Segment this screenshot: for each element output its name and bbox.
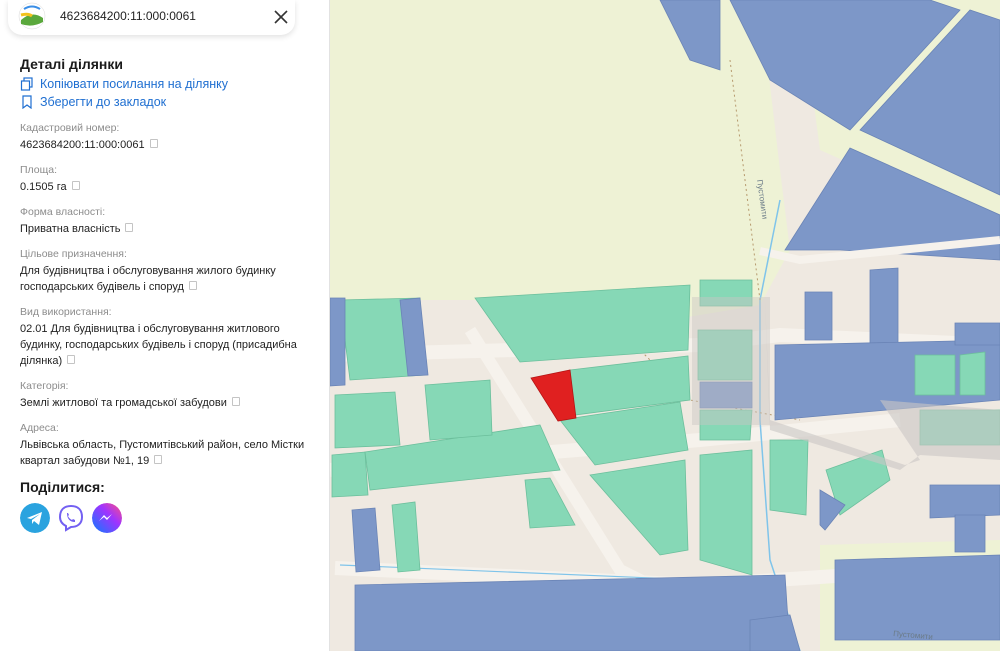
field-value-line: Львівська область, Пустомитівський район… bbox=[20, 437, 320, 453]
copy-value-icon[interactable] bbox=[231, 397, 240, 406]
field-label: Площа: bbox=[20, 164, 58, 176]
field-value-line: Приватна власність bbox=[20, 221, 320, 237]
copy-link-button[interactable]: Копіювати посилання на ділянку bbox=[20, 75, 320, 93]
field-value-text: 0.1505 га bbox=[20, 181, 67, 193]
telegram-share-button[interactable] bbox=[20, 503, 50, 533]
field-1: Площа: 0.1505 га bbox=[20, 164, 320, 195]
field-label: Цільове призначення: bbox=[20, 248, 127, 260]
field-value-text: Землі житлової та громадської забудови bbox=[20, 397, 227, 409]
copy-value-icon[interactable] bbox=[154, 455, 163, 464]
field-value: 0.1505 га bbox=[20, 179, 320, 195]
save-bookmark-label: Зберегти до закладок bbox=[40, 95, 167, 109]
save-bookmark-button[interactable]: Зберегти до закладок bbox=[20, 93, 320, 111]
search-input[interactable]: 4623684200:11:000:0061 bbox=[60, 9, 196, 23]
field-5: Категорія: Землі житлової та громадської … bbox=[20, 380, 320, 411]
parcel-fields: Кадастровий номер: 4623684200:11:000:0061… bbox=[20, 122, 320, 469]
field-value-line: будинку, господарських будівель і споруд… bbox=[20, 337, 320, 353]
field-label: Кадастровий номер: bbox=[20, 122, 120, 134]
field-value-line: 4623684200:11:000:0061 bbox=[20, 137, 320, 153]
field-label: Форма власності: bbox=[20, 206, 106, 218]
messenger-share-button[interactable] bbox=[92, 503, 122, 533]
paved-area bbox=[692, 297, 770, 425]
field-value-text: 4623684200:11:000:0061 bbox=[20, 139, 145, 151]
share-title: Поділитися: bbox=[20, 479, 105, 495]
field-6: Адреса: Львівська область, Пустомитівськи… bbox=[20, 422, 320, 469]
field-value-line: 02.01 Для будівництва і обслуговування ж… bbox=[20, 321, 320, 337]
field-value-text: будинку, господарських будівель і споруд… bbox=[20, 339, 297, 351]
copy-value-icon[interactable] bbox=[188, 281, 197, 290]
parcel-details-panel: 4623684200:11:000:0061 Деталі ділянки Ко… bbox=[0, 0, 330, 651]
details-title: Деталі ділянки bbox=[20, 56, 123, 72]
bookmark-icon bbox=[22, 95, 32, 109]
field-value-line: квартал забудови №1, 19 bbox=[20, 453, 320, 469]
field-value-line: Землі житлової та громадської забудови bbox=[20, 395, 320, 411]
share-buttons bbox=[20, 503, 320, 533]
field-2: Форма власності: Приватна власність bbox=[20, 206, 320, 237]
copy-value-icon[interactable] bbox=[125, 223, 134, 232]
field-label: Категорія: bbox=[20, 380, 69, 392]
field-value-text: ділянка) bbox=[20, 355, 63, 367]
field-value-line: господарських будівель і споруд bbox=[20, 279, 320, 295]
field-value: Для будівництва і обслуговування жилого … bbox=[20, 263, 320, 295]
field-value: Приватна власність bbox=[20, 221, 320, 237]
field-3: Цільове призначення: Для будівництва і об… bbox=[20, 248, 320, 295]
field-value-line: 0.1505 га bbox=[20, 179, 320, 195]
field-value-text: Львівська область, Пустомитівський район… bbox=[20, 439, 305, 451]
field-value: 4623684200:11:000:0061 bbox=[20, 137, 320, 153]
field-value-text: господарських будівель і споруд bbox=[20, 281, 184, 293]
viber-share-button[interactable] bbox=[56, 503, 86, 533]
close-icon[interactable] bbox=[270, 6, 292, 28]
field-value: Землі житлової та громадської забудови bbox=[20, 395, 320, 411]
field-value: Львівська область, Пустомитівський район… bbox=[20, 437, 320, 469]
field-value-text: квартал забудови №1, 19 bbox=[20, 455, 150, 467]
details-section: Деталі ділянки Копіювати посилання на ді… bbox=[20, 56, 320, 533]
field-value-text: Приватна власність bbox=[20, 223, 121, 235]
search-bar[interactable]: 4623684200:11:000:0061 bbox=[8, 0, 295, 35]
field-value-line: ділянка) bbox=[20, 353, 320, 369]
field-0: Кадастровий номер: 4623684200:11:000:0061 bbox=[20, 122, 320, 153]
field-value: 02.01 Для будівництва і обслуговування ж… bbox=[20, 321, 320, 369]
field-value-text: 02.01 Для будівництва і обслуговування ж… bbox=[20, 323, 280, 335]
copy-link-label: Копіювати посилання на ділянку bbox=[40, 77, 228, 91]
copy-value-icon[interactable] bbox=[67, 355, 76, 364]
field-value-line: Для будівництва і обслуговування жилого … bbox=[20, 263, 320, 279]
field-label: Адреса: bbox=[20, 422, 59, 434]
copy-value-icon[interactable] bbox=[71, 181, 80, 190]
field-value-text: Для будівництва і обслуговування жилого … bbox=[20, 265, 276, 277]
copy-value-icon[interactable] bbox=[149, 139, 158, 148]
field-4: Вид використання: 02.01 Для будівництва і… bbox=[20, 306, 320, 369]
land-logo-icon bbox=[18, 2, 46, 30]
copy-icon bbox=[20, 77, 33, 91]
field-label: Вид використання: bbox=[20, 306, 112, 318]
